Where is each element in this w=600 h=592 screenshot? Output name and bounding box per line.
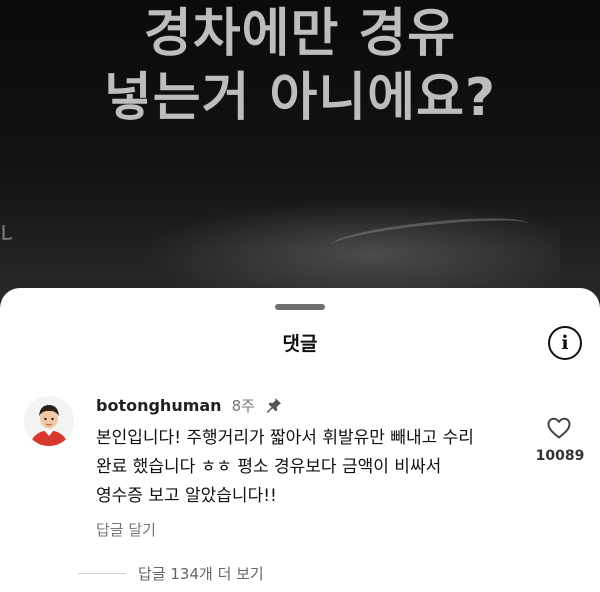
reply-button[interactable]: 답글 달기: [96, 519, 156, 540]
comment-timestamp: 8주: [231, 396, 255, 415]
like-count: 10089: [535, 448, 585, 464]
comment-line: 본인입니다! 주행거리가 짧아서 휘발유만 빼내고 수리: [96, 428, 474, 448]
video-caption-line-1: 경차에만 경유: [143, 4, 457, 64]
comment-username[interactable]: botonghuman: [96, 396, 222, 415]
video-background: 내 경차에만 경유 넣는거 아니에요?: [0, 0, 600, 300]
sheet-title: 댓글: [282, 333, 318, 355]
view-replies-button[interactable]: 답글 134개 더 보기: [138, 563, 264, 584]
heart-icon[interactable]: [546, 416, 572, 440]
avatar[interactable]: [24, 396, 74, 446]
comment-line: 영수증 보고 알았습니다!!: [96, 486, 277, 506]
video-caption-line-2: 넣는거 아니에요?: [103, 68, 497, 128]
comment-line: 완료 했습니다 ㅎㅎ 평소 경유보다 금액이 비싸서: [96, 457, 442, 477]
drag-handle[interactable]: [275, 304, 325, 310]
comment-header: botonghuman 8주: [96, 394, 283, 416]
video-edge-text: 내: [0, 221, 12, 251]
replies-divider: [78, 573, 126, 574]
info-icon[interactable]: i: [548, 326, 582, 360]
video-caption: 경차에만 경유 넣는거 아니에요?: [0, 2, 600, 130]
comment-body: 본인입니다! 주행거리가 짧아서 휘발유만 빼내고 수리 완료 했습니다 ㅎㅎ …: [96, 424, 526, 511]
pin-icon: [265, 396, 283, 414]
user-avatar-icon: [24, 396, 74, 446]
comments-sheet: 댓글 i botonghuman 8주 본인입니다! 주행거리가 짧아서 휘발유…: [0, 288, 600, 592]
